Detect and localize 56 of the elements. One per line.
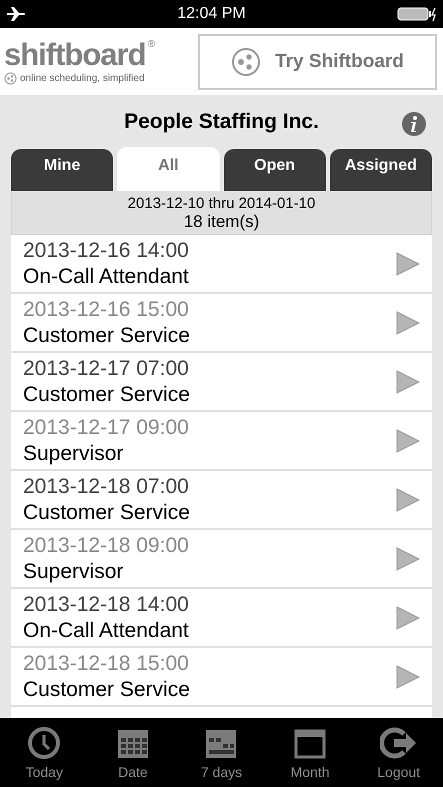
shift-role: On-Call Attendant (23, 618, 190, 644)
shift-time: 2013-12-18 07:00 (23, 474, 190, 500)
shift-role: Customer Service (23, 676, 191, 702)
shift-role: Customer Service (23, 382, 191, 408)
shift-role: Supervisor (23, 440, 124, 466)
shift-time: 2013-12-18 09:00 (23, 532, 190, 558)
tagline: online scheduling, simplified (20, 72, 145, 84)
clock-time: 12:04 PM (177, 5, 246, 23)
info-icon[interactable] (401, 111, 427, 137)
date-range: 2013-12-10 thru 2014-01-10 (128, 195, 316, 212)
shift-row[interactable]: 2013-12-18 15:00 Customer Service (11, 648, 432, 707)
play-arrow-icon (396, 428, 420, 452)
shift-row[interactable]: 2013-12-17 07:00 Customer Service (11, 353, 432, 412)
filter-tab[interactable]: Open (224, 149, 326, 191)
shift-time: 2013-12-18 15:00 (23, 650, 190, 676)
shift-row[interactable]: 2013-12-17 09:00 Supervisor (11, 412, 432, 471)
logo-wordmark: shiftboard (4, 38, 146, 70)
company-title: People Staffing Inc. (124, 110, 319, 134)
share-dots-icon (4, 72, 17, 84)
clock-icon (27, 726, 62, 760)
toolbar-button[interactable]: 7 days (181, 726, 262, 780)
play-arrow-icon (396, 370, 420, 394)
shift-row[interactable]: 2013-12-18 09:00 Supervisor (11, 530, 432, 589)
shift-role: Customer Service (23, 500, 191, 526)
share-dots-icon (231, 46, 262, 76)
logout-icon (380, 726, 418, 760)
play-arrow-icon (396, 310, 420, 334)
shift-time: 2013-12-16 14:00 (23, 238, 190, 264)
shift-row[interactable]: 2013-12-16 15:00 Customer Service (11, 294, 432, 353)
play-arrow-icon (396, 606, 420, 630)
shift-role: Supervisor (23, 558, 124, 584)
filter-tab[interactable]: Mine (11, 149, 114, 191)
toolbar-button[interactable]: Logout (358, 726, 439, 780)
play-arrow-icon (396, 664, 420, 688)
toolbar-button[interactable]: Today (4, 726, 84, 780)
shift-time: 2013-12-17 09:00 (23, 414, 190, 440)
filter-tab[interactable]: All (117, 147, 220, 191)
shift-role: On-Call Attendant (23, 264, 190, 290)
shift-row[interactable]: 2013-12-16 14:00 On-Call Attendant (11, 235, 432, 294)
try-button[interactable]: Try Shiftboard (198, 34, 437, 90)
shift-time: 2013-12-17 07:00 (23, 356, 190, 382)
play-arrow-icon (396, 252, 420, 276)
shift-role: Customer Service (23, 322, 191, 348)
shift-row[interactable]: 2013-12-18 07:00 Customer Service (11, 471, 432, 530)
play-arrow-icon (396, 488, 420, 512)
airplane-icon (6, 6, 26, 22)
filter-tab[interactable]: Assigned (330, 149, 432, 191)
item-count: 18 item(s) (184, 212, 260, 232)
shift-time: 2013-12-16 15:00 (23, 296, 190, 322)
play-arrow-icon (396, 546, 420, 570)
registered-mark: ® (148, 38, 155, 50)
shift-time: 2013-12-18 14:00 (23, 592, 190, 618)
toolbar-button[interactable]: Date (92, 726, 173, 780)
toolbar-button[interactable]: Month (270, 726, 350, 780)
shift-row[interactable]: 2013-12-18 14:00 On-Call Attendant (11, 589, 432, 648)
battery-icon (396, 7, 437, 21)
